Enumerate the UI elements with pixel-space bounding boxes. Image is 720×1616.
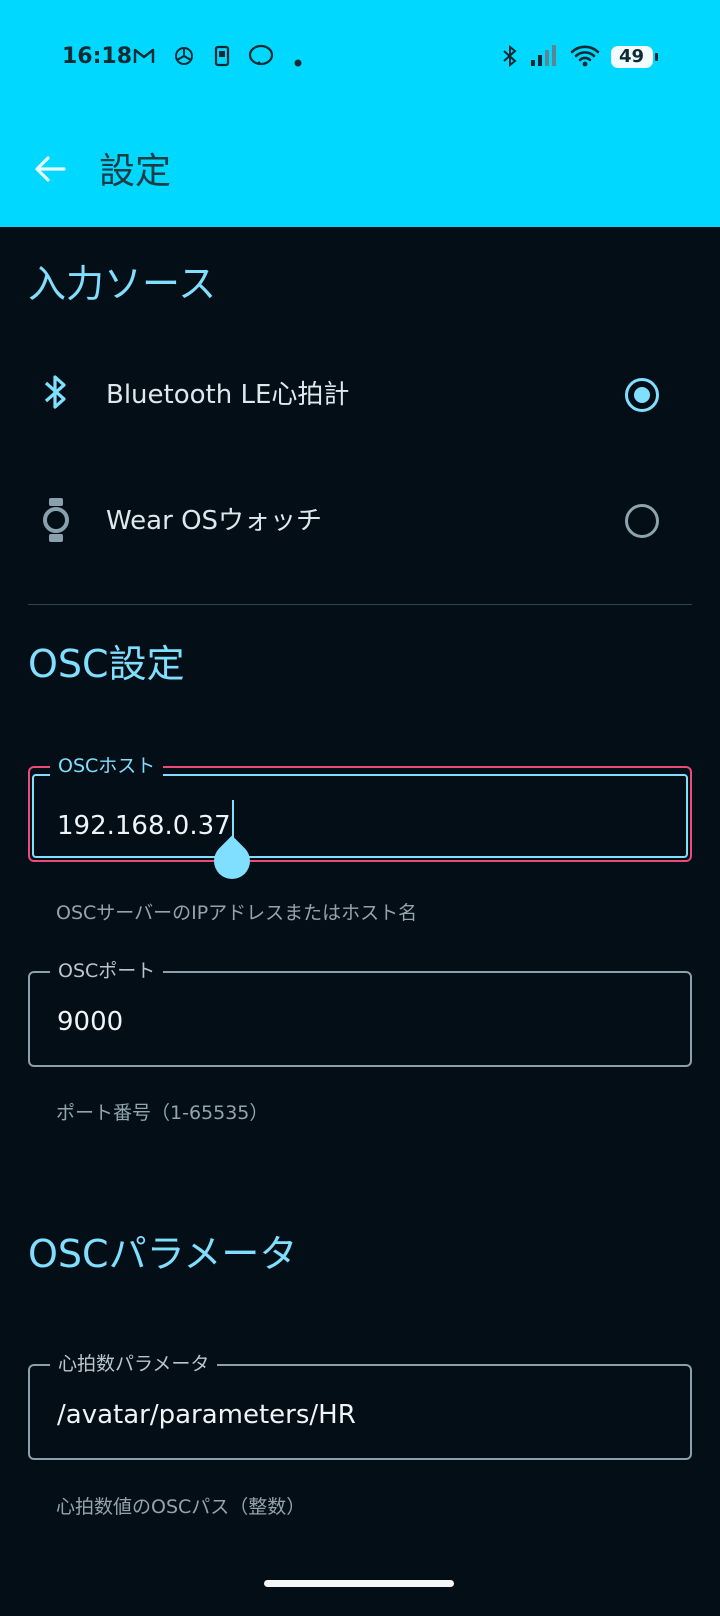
radio-unselected[interactable] <box>625 504 659 538</box>
chatgpt-icon <box>172 44 196 72</box>
page-title: 設定 <box>99 151 172 192</box>
heart-rate-parameter-input[interactable]: /avatar/parameters/HR <box>57 1398 356 1432</box>
osc-host-input[interactable]: 192.168.0.37 <box>57 800 234 846</box>
back-button[interactable] <box>26 145 74 193</box>
watch-icon <box>42 498 70 546</box>
status-time: 16:18 <box>62 44 133 69</box>
osc-host-field[interactable]: OSCホスト 192.168.0.37 <box>28 754 692 862</box>
heart-rate-parameter-field[interactable]: 心拍数パラメータ /avatar/parameters/HR <box>28 1352 692 1460</box>
home-indicator[interactable] <box>264 1580 454 1587</box>
line-icon <box>248 44 274 72</box>
osc-host-helper: OSCサーバーのIPアドレスまたはホスト名 <box>56 902 418 924</box>
bluetooth-status-icon <box>500 44 520 72</box>
option-label: Wear OSウォッチ <box>106 506 323 536</box>
arrow-back-icon <box>26 156 74 197</box>
app-bar: 16:18 49 設定 <box>0 0 720 227</box>
gmail-icon <box>132 44 156 72</box>
bluetooth-icon <box>38 372 72 416</box>
heart-rate-parameter-helper: 心拍数値のOSCパス（整数） <box>56 1496 306 1518</box>
osc-host-value: 192.168.0.37 <box>57 811 231 841</box>
osc-port-field[interactable]: OSCポート 9000 <box>28 959 692 1067</box>
radio-selected[interactable] <box>625 378 659 412</box>
osc-port-helper: ポート番号（1-65535） <box>56 1102 269 1124</box>
input-source-heading: 入力ソース <box>28 262 217 306</box>
more-dot-icon <box>294 52 302 71</box>
osc-port-label: OSCポート <box>50 959 164 983</box>
option-label: Bluetooth LE心拍計 <box>106 380 350 410</box>
section-divider <box>28 604 692 605</box>
flashcards-app-icon <box>210 44 234 72</box>
option-wear-os[interactable]: Wear OSウォッチ <box>0 466 720 576</box>
heart-rate-parameter-label: 心拍数パラメータ <box>50 1352 218 1376</box>
status-bar: 16:18 49 <box>0 32 720 84</box>
option-bluetooth-le[interactable]: Bluetooth LE心拍計 <box>0 340 720 450</box>
osc-port-input[interactable]: 9000 <box>57 1005 123 1039</box>
osc-settings-heading: OSC設定 <box>28 642 185 686</box>
wifi-icon <box>570 44 600 72</box>
osc-host-label: OSCホスト <box>50 754 164 778</box>
settings-screen: 16:18 49 設定 入力ソース Bluetooth LE心拍計 Wear O… <box>0 0 720 1616</box>
battery-level: 49 <box>619 46 645 67</box>
osc-parameters-heading: OSCパラメータ <box>28 1232 298 1276</box>
cell-signal-icon <box>530 44 560 72</box>
